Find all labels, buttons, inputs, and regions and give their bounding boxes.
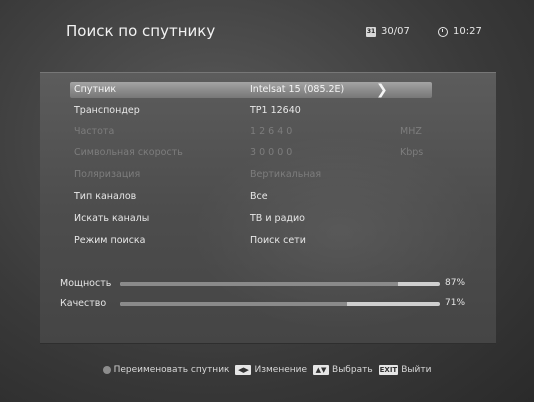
setting-row-frequency: Частота 1 2 6 4 0 MHZ: [70, 124, 432, 140]
setting-value: Intelsat 15 (085.2E): [250, 84, 345, 95]
setting-row-search-channels[interactable]: Искать каналы ТВ и радио: [70, 211, 432, 227]
footer-hints: Переименовать спутник ◀▶ Изменение ▲▼ Вы…: [0, 360, 534, 380]
setting-label: Режим поиска: [74, 235, 146, 246]
setting-value: 1 2 6 4 0: [250, 126, 293, 137]
power-meter-fill: [120, 282, 399, 286]
setting-value: Поиск сети: [250, 235, 306, 246]
setting-row-channel-type[interactable]: Тип каналов Все: [70, 189, 432, 205]
screen: Поиск по спутнику 31 30/07 10:27 Спутник…: [0, 0, 534, 402]
setting-label: Искать каналы: [74, 213, 150, 224]
setting-row-polarization: Поляризация Вертикальная: [70, 167, 432, 183]
hint-label: Выбрать: [332, 365, 373, 375]
power-meter: [120, 282, 440, 286]
header: Поиск по спутнику 31 30/07 10:27: [0, 0, 534, 60]
time-display: 10:27: [438, 26, 482, 37]
setting-label: Спутник: [74, 84, 117, 95]
setting-row-satellite[interactable]: Спутник Intelsat 15 (085.2E) ❯: [70, 82, 432, 98]
hint-exit[interactable]: EXIT Выйти: [378, 365, 432, 375]
setting-unit: MHZ: [400, 126, 422, 137]
hint-select[interactable]: ▲▼ Выбрать: [313, 365, 373, 375]
left-right-key-icon: ◀▶: [235, 365, 252, 375]
hint-change[interactable]: ◀▶ Изменение: [235, 365, 307, 375]
setting-value: TP1 12640: [250, 105, 301, 116]
clock-icon: [438, 26, 448, 37]
page-title: Поиск по спутнику: [66, 22, 216, 40]
quality-percent: 71%: [445, 298, 466, 308]
power-label: Мощность: [60, 278, 112, 289]
quality-label: Качество: [60, 298, 107, 309]
power-percent: 87%: [445, 278, 466, 288]
setting-label: Частота: [74, 126, 115, 137]
setting-label: Символьная скорость: [74, 147, 183, 158]
hint-label: Изменение: [254, 365, 308, 375]
exit-key-icon: EXIT: [378, 365, 399, 375]
hint-rename[interactable]: Переименовать спутник: [102, 365, 230, 375]
quality-meter-fill: [120, 302, 348, 306]
hint-label: Выйти: [401, 365, 432, 375]
setting-value: Вертикальная: [250, 169, 322, 180]
date-display: 31 30/07: [366, 26, 410, 37]
hint-label: Переименовать спутник: [113, 365, 230, 375]
time-text: 10:27: [453, 26, 482, 37]
quality-meter: [120, 302, 440, 306]
green-dot-icon: [102, 366, 111, 374]
setting-row-search-mode[interactable]: Режим поиска Поиск сети: [70, 233, 432, 249]
setting-value: Все: [250, 191, 268, 202]
chevron-right-icon[interactable]: ❯: [376, 82, 388, 98]
setting-label: Поляризация: [74, 169, 141, 180]
setting-label: Транспондер: [74, 105, 140, 116]
up-down-key-icon: ▲▼: [313, 365, 330, 375]
setting-value: 3 0 0 0 0: [250, 147, 293, 158]
setting-label: Тип каналов: [74, 191, 137, 202]
date-text: 30/07: [381, 26, 410, 37]
setting-unit: Kbps: [400, 147, 424, 158]
setting-row-symbol-rate: Символьная скорость 3 0 0 0 0 Kbps: [70, 145, 432, 161]
setting-value: ТВ и радио: [250, 213, 305, 224]
setting-row-transponder[interactable]: Транспондер TP1 12640: [70, 103, 432, 119]
calendar-icon: 31: [366, 26, 376, 37]
